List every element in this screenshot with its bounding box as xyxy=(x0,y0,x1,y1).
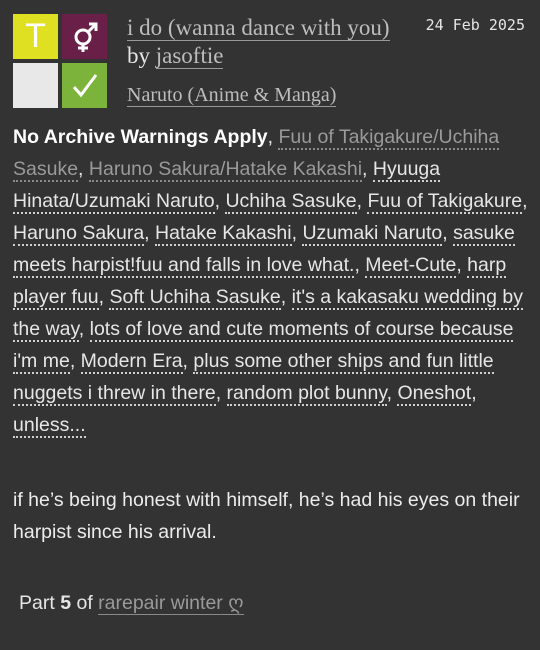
series-of-word: of xyxy=(76,592,93,614)
relationship-tag[interactable]: Haruno Sakura/Hatake Kakashi xyxy=(88,158,363,182)
freeform-tag[interactable]: Meet-Cute xyxy=(365,254,457,278)
freeform-tag[interactable]: Soft Uchiha Sasuke xyxy=(109,286,281,310)
freeform-tag[interactable]: Fuu of Takigakure xyxy=(367,190,523,214)
freeform-tag[interactable]: unless... xyxy=(13,414,86,438)
series-link[interactable]: rarepair winter ღ xyxy=(98,592,244,615)
freeform-tag[interactable]: Modern Era xyxy=(80,350,183,374)
by-text: by xyxy=(127,43,150,68)
series-part-prefix: Part xyxy=(19,592,55,614)
rating-letter: T xyxy=(25,17,46,55)
work-heading: i do (wanna dance with you) by jasoftie xyxy=(127,14,397,70)
checkmark-icon xyxy=(72,73,97,97)
warnings-icon[interactable] xyxy=(13,63,58,108)
required-tags: T xyxy=(13,14,107,108)
rating-icon[interactable]: T xyxy=(13,14,58,59)
gender-symbol-icon xyxy=(74,22,97,52)
tag-list: No Archive Warnings Apply, Fuu of Takiga… xyxy=(13,126,528,438)
freeform-tag[interactable]: Uchiha Sasuke xyxy=(225,190,357,214)
series-info: Part 5 of rarepair winter ღ xyxy=(19,588,244,618)
work-summary: if he’s being honest with himself, he’s … xyxy=(13,489,520,543)
author-link[interactable]: jasoftie xyxy=(155,43,224,69)
freeform-tag[interactable]: Hatake Kakashi xyxy=(155,222,292,246)
series-part-number: 5 xyxy=(60,592,72,614)
complete-icon[interactable] xyxy=(62,63,107,108)
freeform-tag[interactable]: Haruno Sakura xyxy=(13,222,145,246)
fandom: Naruto (Anime & Manga) xyxy=(127,82,337,108)
freeform-tag[interactable]: random plot bunny xyxy=(226,382,387,406)
work-title-link[interactable]: i do (wanna dance with you) xyxy=(127,15,390,41)
work-blurb: T i do (wanna dance with you) by jasofti… xyxy=(0,0,540,650)
warning-tag[interactable]: No Archive Warnings Apply xyxy=(13,126,268,148)
category-icon[interactable] xyxy=(62,14,107,59)
freeform-tag[interactable]: Oneshot xyxy=(397,382,472,406)
fandom-link[interactable]: Naruto (Anime & Manga) xyxy=(127,84,337,107)
freeform-tag[interactable]: Uzumaki Naruto xyxy=(302,222,443,246)
published-date: 24 Feb 2025 xyxy=(425,16,525,34)
